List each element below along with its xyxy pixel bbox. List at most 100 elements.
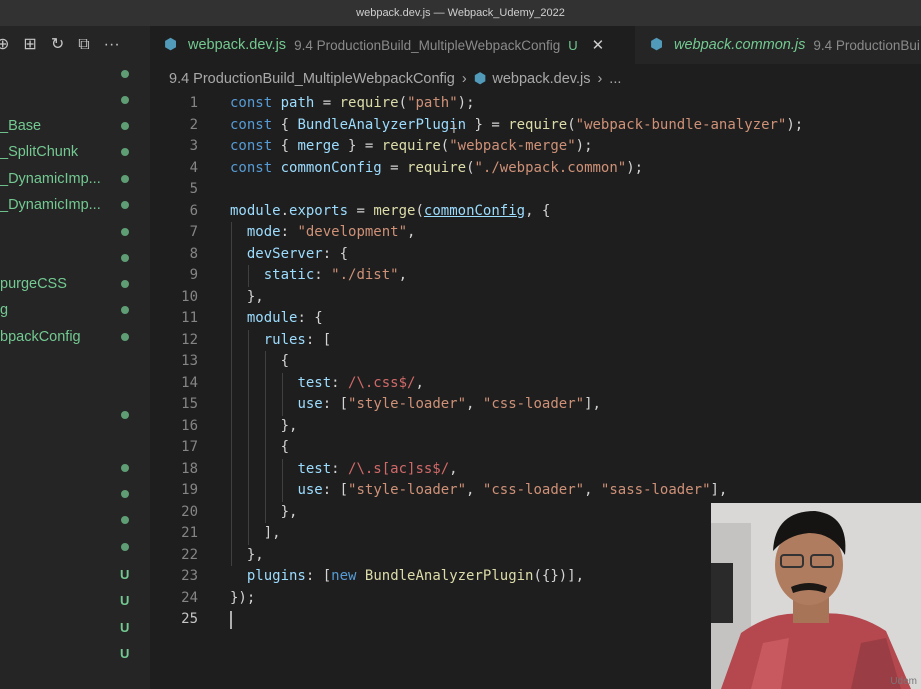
line-number: 5 <box>189 181 198 197</box>
code-text: mode: "development", <box>246 224 416 240</box>
breadcrumb-folder[interactable]: 9.4 ProductionBuild_MultipleWebpackConfi… <box>169 71 455 87</box>
window-title-bar: webpack.dev.js — Webpack_Udemy_2022 <box>0 0 921 26</box>
code-text: const path = require("path"); <box>230 95 475 111</box>
more-actions-icon[interactable]: ··· <box>104 36 120 54</box>
line-number: 10 <box>181 288 198 305</box>
line-number: 22 <box>181 546 198 563</box>
chevron-right-icon: › <box>461 71 467 87</box>
explorer-item-dynamicimport-1[interactable]: _DynamicImp... <box>0 168 140 190</box>
line-number: 3 <box>189 138 198 154</box>
line-number: 7 <box>189 224 198 240</box>
explorer-item[interactable] <box>0 89 140 111</box>
code-line: 8 devServer: { <box>150 244 921 266</box>
code-line: 19 use: ["style-loader", "css-loader", "… <box>150 480 921 502</box>
modified-dot-icon <box>121 148 129 156</box>
explorer-item-webpackconfig[interactable]: bpackConfig <box>0 326 140 348</box>
line-number: 1 <box>189 95 198 111</box>
code-text: test: /\.css$/, <box>297 374 424 391</box>
code-text: const { merge } = require("webpack-merge… <box>230 138 593 154</box>
explorer-item-dynamicimport-2[interactable]: _DynamicImp... <box>0 194 140 216</box>
window-title: webpack.dev.js — Webpack_Udemy_2022 <box>356 7 565 19</box>
explorer-item[interactable] <box>0 63 140 85</box>
close-icon[interactable]: ✕ <box>592 36 605 54</box>
explorer-item-label: purgeCSS <box>0 276 67 292</box>
explorer-item-base[interactable]: _Base <box>0 115 140 137</box>
code-text: test: /\.s[ac]ss$/, <box>297 460 458 477</box>
tab-webpack-dev[interactable]: ⬢ webpack.dev.js 9.4 ProductionBuild_Mul… <box>150 26 635 64</box>
explorer-item-label: _Base <box>0 118 42 134</box>
mouse-ibeam-cursor-icon: I <box>452 120 456 136</box>
modified-dot-icon <box>121 333 129 341</box>
tab-description: 9.4 ProductionBuild_MultipleWebpackConfi… <box>294 37 561 53</box>
explorer-item-label: _SplitChunk <box>0 144 79 160</box>
line-number: 8 <box>189 245 198 262</box>
code-text: }, <box>230 288 264 305</box>
breadcrumb-file[interactable]: webpack.dev.js <box>492 71 590 87</box>
explorer-item[interactable] <box>0 247 140 269</box>
line-number: 13 <box>181 353 198 369</box>
new-file-icon[interactable]: ⊕ <box>0 36 9 54</box>
modified-dot-icon <box>121 228 129 236</box>
code-line: 2 const { BundleAnalyzerPlugin } = requir… <box>150 115 921 137</box>
modified-dot-icon <box>121 96 129 104</box>
line-number: 12 <box>181 331 198 348</box>
modified-dot-icon <box>121 543 129 551</box>
line-number: 11 <box>181 310 198 326</box>
modified-dot-icon <box>121 280 129 288</box>
code-line: 5 <box>150 179 921 201</box>
line-number: 15 <box>181 396 198 412</box>
code-line: 12 rules: [ <box>150 330 921 352</box>
explorer-item[interactable] <box>0 509 140 531</box>
modified-dot-icon <box>121 516 129 524</box>
line-number: 19 <box>181 482 198 498</box>
line-number: 21 <box>181 525 198 541</box>
breadcrumb-more[interactable]: ... <box>609 71 621 87</box>
line-number: 17 <box>181 439 198 455</box>
tab-filename: webpack.common.js <box>674 37 806 53</box>
code-line: 10 }, <box>150 287 921 309</box>
code-text: use: ["style-loader", "css-loader", "sas… <box>297 482 728 498</box>
code-text: static: "./dist", <box>263 267 408 283</box>
code-text: { <box>230 353 290 369</box>
code-line: 3 const { merge } = require("webpack-merg… <box>150 136 921 158</box>
code-line: 17 { <box>150 437 921 459</box>
line-number: 14 <box>181 374 198 391</box>
collapse-all-icon[interactable]: ⧉ <box>78 36 89 54</box>
tab-webpack-common[interactable]: ⬢ webpack.common.js 9.4 ProductionBui <box>636 26 920 64</box>
explorer-item-purgecss[interactable]: purgeCSS <box>0 273 140 295</box>
code-text: const { BundleAnalyzerPlugin } = require… <box>230 116 804 133</box>
explorer-item-label: _DynamicImp... <box>0 171 101 187</box>
refresh-icon[interactable]: ↻ <box>51 36 64 54</box>
modified-dot-icon <box>121 122 129 130</box>
line-number: 20 <box>181 503 198 520</box>
webcam-person-image <box>711 503 921 689</box>
code-line: 4 const commonConfig = require("./webpack… <box>150 158 921 180</box>
untracked-badge: U <box>120 646 130 661</box>
code-text: use: ["style-loader", "css-loader"], <box>297 396 601 412</box>
explorer-item-g[interactable]: g <box>0 299 140 321</box>
tab-status-badge: U <box>568 37 578 53</box>
explorer-item[interactable] <box>0 404 140 426</box>
line-number: 25 <box>181 611 198 627</box>
code-line: 15 use: ["style-loader", "css-loader"], <box>150 394 921 416</box>
code-text: { <box>230 439 290 455</box>
code-text: }, <box>230 546 264 563</box>
code-line: 6 module.exports = merge(commonConfig, { <box>150 201 921 223</box>
code-text: devServer: { <box>246 245 349 262</box>
modified-dot-icon <box>121 490 129 498</box>
explorer-item[interactable] <box>0 536 140 558</box>
line-number: 6 <box>189 202 198 219</box>
code-text: rules: [ <box>263 331 332 348</box>
explorer-item[interactable] <box>0 221 140 243</box>
code-line: 14 test: /\.css$/, <box>150 373 921 395</box>
explorer-item-label: _DynamicImp... <box>0 197 101 213</box>
modified-dot-icon <box>121 70 129 78</box>
untracked-badge: U <box>120 620 130 635</box>
line-number: 2 <box>189 116 198 133</box>
new-folder-icon[interactable]: ⊞ <box>23 36 36 54</box>
editor-tab-bar: ⬢ webpack.dev.js 9.4 ProductionBuild_Mul… <box>150 26 921 64</box>
explorer-item[interactable] <box>0 483 140 505</box>
explorer-item-splitchunk[interactable]: _SplitChunk <box>0 141 140 163</box>
explorer-item[interactable] <box>0 457 140 479</box>
webpack-file-icon: ⬢ <box>164 36 178 53</box>
